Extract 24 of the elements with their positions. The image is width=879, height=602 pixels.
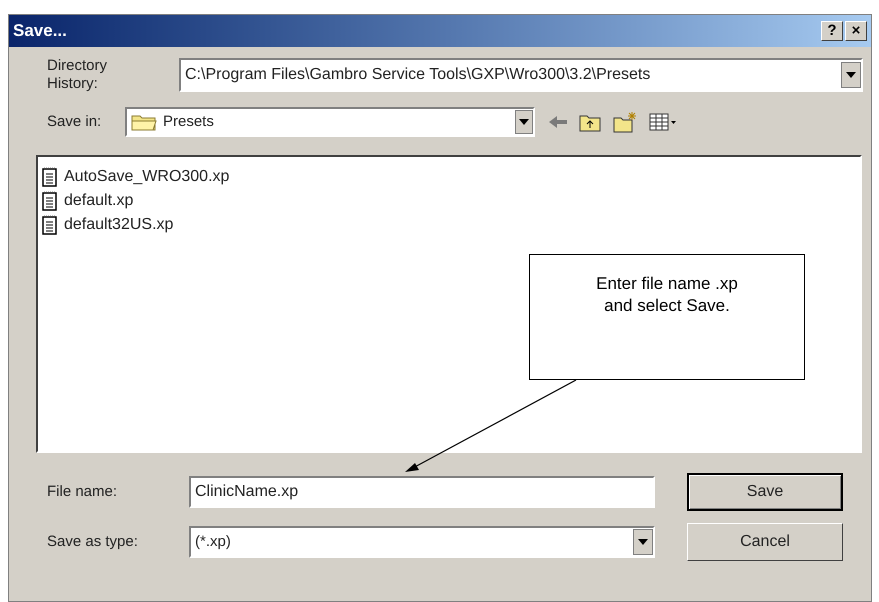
- file-item[interactable]: default32US.xp: [64, 213, 174, 237]
- view-menu-icon[interactable]: [649, 113, 677, 131]
- field-label: Directory History:: [47, 57, 108, 93]
- file-item[interactable]: default.xp: [64, 189, 134, 213]
- folder-icon: [131, 113, 157, 131]
- back-arrow-icon[interactable]: [549, 115, 567, 129]
- document-icon: [42, 191, 58, 211]
- document-icon: [42, 167, 58, 187]
- directory-history-dropdown[interactable]: C:\Program Files\Gambro Service Tools\GXP\Wro300\3.2\Presets: [179, 58, 863, 92]
- cancel-button[interactable]: Cancel: [687, 523, 843, 561]
- save-in-dropdown[interactable]: Presets: [125, 107, 535, 137]
- document-icon: [42, 215, 58, 235]
- callout-box: Enter file name .xp and select Save.: [529, 254, 805, 380]
- save-as-type-dropdown[interactable]: (*.xp): [189, 526, 655, 558]
- field-label: File name:: [47, 482, 118, 502]
- file-item[interactable]: AutoSave_WRO300.xp: [64, 165, 230, 189]
- help-button[interactable]: ?: [821, 21, 843, 41]
- new-folder-icon[interactable]: [613, 111, 637, 133]
- window-title: Save...: [13, 20, 67, 42]
- save-button[interactable]: Save: [687, 473, 843, 511]
- field-label: Save in:: [47, 112, 102, 132]
- close-button[interactable]: ×: [845, 21, 867, 41]
- field-label: Save as type:: [47, 532, 139, 552]
- file-name-input[interactable]: ClinicName.xp: [189, 476, 655, 508]
